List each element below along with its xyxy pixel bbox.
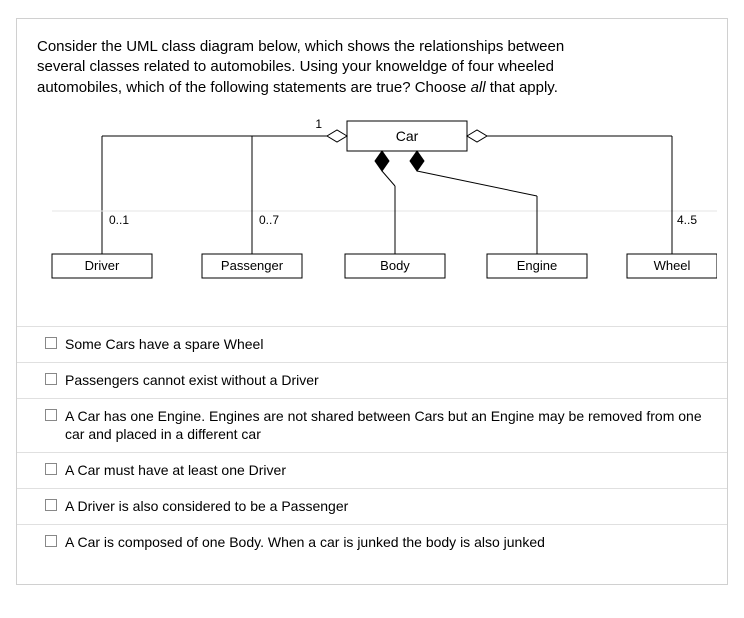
- checkbox-icon[interactable]: [45, 463, 57, 475]
- mult-driver: 0..1: [109, 213, 129, 227]
- answer-option[interactable]: A Driver is also considered to be a Pass…: [17, 489, 727, 525]
- driver-label: Driver: [85, 258, 120, 273]
- question-line: Consider the UML class diagram below, wh…: [37, 38, 564, 55]
- answer-list: Some Cars have a spare Wheel Passengers …: [17, 326, 727, 560]
- question-card: Consider the UML class diagram below, wh…: [16, 18, 728, 585]
- answer-option[interactable]: A Car is composed of one Body. When a ca…: [17, 525, 727, 560]
- uml-diagram: Car Driver Passenger Body Engine Wheel 1: [37, 116, 727, 316]
- checkbox-icon[interactable]: [45, 535, 57, 547]
- question-line: several classes related to automobiles. …: [37, 58, 554, 75]
- answer-text: A Driver is also considered to be a Pass…: [65, 497, 707, 516]
- answer-text: Some Cars have a spare Wheel: [65, 335, 707, 354]
- mult-passenger: 0..7: [259, 213, 279, 227]
- answer-option[interactable]: A Car has one Engine. Engines are not sh…: [17, 399, 727, 454]
- body-label: Body: [380, 258, 410, 273]
- car-label: Car: [396, 128, 419, 144]
- mult-car: 1: [315, 117, 322, 131]
- mult-wheel: 4..5: [677, 213, 697, 227]
- answer-text: A Car must have at least one Driver: [65, 461, 707, 480]
- question-line: that apply.: [486, 79, 558, 96]
- question-text: Consider the UML class diagram below, wh…: [37, 37, 707, 98]
- question-line: automobiles, which of the following stat…: [37, 79, 471, 96]
- engine-label: Engine: [517, 258, 557, 273]
- answer-option[interactable]: Passengers cannot exist without a Driver: [17, 363, 727, 399]
- answer-text: A Car has one Engine. Engines are not sh…: [65, 407, 707, 445]
- checkbox-icon[interactable]: [45, 499, 57, 511]
- passenger-label: Passenger: [221, 258, 284, 273]
- checkbox-icon[interactable]: [45, 373, 57, 385]
- checkbox-icon[interactable]: [45, 337, 57, 349]
- wheel-label: Wheel: [654, 258, 691, 273]
- answer-option[interactable]: A Car must have at least one Driver: [17, 453, 727, 489]
- answer-option[interactable]: Some Cars have a spare Wheel: [17, 327, 727, 363]
- answer-text: A Car is composed of one Body. When a ca…: [65, 533, 707, 552]
- answer-text: Passengers cannot exist without a Driver: [65, 371, 707, 390]
- checkbox-icon[interactable]: [45, 409, 57, 421]
- question-emph: all: [471, 79, 486, 96]
